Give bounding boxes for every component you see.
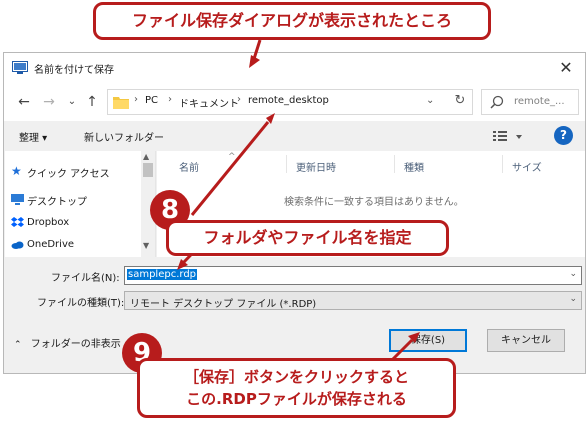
empty-folder-message: 検索条件に一致する項目はありません。 — [284, 197, 464, 208]
nav-item-label: OneDrive — [27, 239, 75, 250]
hide-folders-label: フォルダーの非表示 — [30, 339, 121, 350]
search-placeholder: remote_... — [514, 96, 565, 107]
caption-step-8: フォルダやファイル名を指定 — [166, 220, 449, 256]
back-arrow-icon[interactable]: ← — [14, 92, 34, 112]
address-box[interactable]: › PC › ドキュメント › remote_desktop ⌄ ↻ — [107, 89, 473, 115]
save-as-dialog: 名前を付けて保存 ✕ ← → ⌄ ↑ › PC › ドキュメント › remot… — [3, 52, 586, 374]
nav-item-dropbox[interactable]: Dropbox — [11, 217, 70, 228]
address-bar-row: ← → ⌄ ↑ › PC › ドキュメント › remote_desktop ⌄… — [4, 83, 585, 121]
search-icon — [490, 95, 504, 109]
title-bar: 名前を付けて保存 ✕ — [4, 53, 585, 83]
breadcrumb-remote-desktop[interactable]: remote_desktop — [248, 95, 329, 106]
help-icon[interactable]: ? — [554, 126, 573, 145]
nav-scroll-thumb[interactable] — [143, 163, 153, 177]
close-icon[interactable]: ✕ — [555, 57, 577, 79]
nav-item-desktop[interactable]: デスクトップ — [11, 193, 87, 208]
star-icon: ★ — [11, 164, 22, 178]
filename-value: samplepc.rdp — [127, 269, 198, 280]
command-bar: 整理 ▾ 新しいフォルダー ? — [4, 121, 585, 151]
navigation-pane: ★ クイック アクセス デスクトップ Dropbox OneDrive ▲ ▼ — [5, 151, 156, 257]
refresh-icon[interactable]: ↻ — [450, 93, 470, 111]
scroll-down-icon[interactable]: ▼ — [143, 241, 149, 250]
column-header-name[interactable]: 名前 — [179, 159, 199, 174]
caption-dialog-shown: ファイル保存ダイアログが表示されたところ — [93, 2, 491, 40]
address-dropdown-icon[interactable]: ⌄ — [426, 95, 434, 106]
scroll-up-icon[interactable]: ▲ — [143, 152, 149, 161]
column-header-size[interactable]: サイズ — [512, 159, 542, 174]
organize-button[interactable]: 整理 ▾ — [19, 129, 47, 144]
up-arrow-icon[interactable]: ↑ — [82, 92, 102, 112]
chevron-down-icon[interactable]: ⌄ — [569, 269, 577, 279]
chevron-up-icon: ⌃ — [14, 340, 22, 350]
column-header-modified[interactable]: 更新日時 — [296, 159, 336, 174]
breadcrumb-separator: › — [134, 94, 138, 105]
filetype-select[interactable]: リモート デスクトップ ファイル (*.RDP) ⌄ — [124, 291, 582, 310]
filetype-label: ファイルの種類(T): — [37, 298, 125, 309]
sort-caret-icon: ^ — [228, 152, 236, 162]
column-divider[interactable] — [394, 155, 395, 173]
breadcrumb-pc[interactable]: PC — [145, 95, 158, 106]
remote-desktop-icon — [12, 61, 28, 74]
dropbox-icon — [11, 217, 24, 227]
save-button[interactable]: 保存(S) — [389, 329, 467, 352]
nav-item-label: Dropbox — [27, 217, 70, 228]
forward-arrow-icon[interactable]: → — [39, 92, 59, 112]
caption-step-9-line1: ［保存］ボタンをクリックすると — [183, 368, 409, 386]
folder-icon — [113, 97, 129, 109]
recent-chevron-icon[interactable]: ⌄ — [62, 92, 82, 112]
column-divider[interactable] — [502, 155, 503, 173]
breadcrumb-separator: › — [168, 94, 172, 105]
cancel-button[interactable]: キャンセル — [487, 329, 565, 352]
new-folder-button[interactable]: 新しいフォルダー — [84, 129, 164, 144]
column-header-type[interactable]: 種類 — [404, 159, 424, 174]
breadcrumb-separator: › — [237, 94, 241, 105]
search-box[interactable]: remote_... — [481, 89, 579, 115]
nav-item-label: デスクトップ — [27, 197, 87, 208]
caption-step-9-line2: この.RDPファイルが保存される — [186, 390, 407, 408]
filename-input[interactable]: samplepc.rdp ⌄ — [124, 266, 582, 285]
filetype-value: リモート デスクトップ ファイル (*.RDP) — [130, 299, 317, 310]
onedrive-icon — [11, 241, 24, 249]
window-title: 名前を付けて保存 — [34, 65, 114, 76]
column-divider[interactable] — [286, 155, 287, 173]
nav-item-quick-access[interactable]: ★ クイック アクセス — [11, 164, 110, 180]
breadcrumb-documents[interactable]: ドキュメント — [179, 95, 239, 110]
filename-label: ファイル名(N): — [51, 273, 120, 284]
caption-step-9: ［保存］ボタンをクリックすると この.RDPファイルが保存される — [137, 358, 456, 418]
desktop-icon — [11, 194, 24, 205]
chevron-down-icon[interactable]: ⌄ — [569, 294, 577, 304]
hide-folders-toggle[interactable]: ⌃ フォルダーの非表示 — [14, 335, 121, 350]
view-options-icon[interactable] — [492, 129, 524, 143]
nav-item-onedrive[interactable]: OneDrive — [11, 239, 75, 250]
nav-item-label: クイック アクセス — [27, 169, 110, 180]
